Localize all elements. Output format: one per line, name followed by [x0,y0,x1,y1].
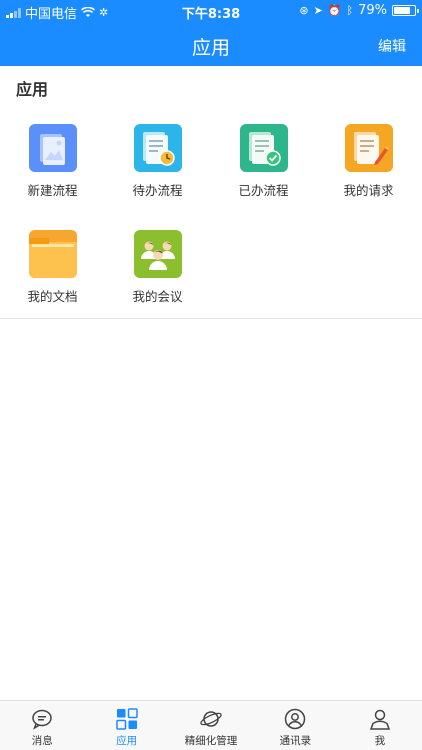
app-tile-pending-flow[interactable]: 待办流程 [105,116,210,216]
tab-apps[interactable]: 应用 [84,701,168,750]
app-label: 新建流程 [27,183,78,198]
app-tile-my-docs[interactable]: 我的文档 [0,222,105,322]
status-bar: 中国电信 ✲ 下午8:38 ⊛ ➤ ⏰ ᛒ 79% [0,0,422,22]
apps-icon [115,708,138,730]
app-tile-done-flow[interactable]: 已办流程 [211,116,316,216]
meeting-icon [133,230,182,278]
app-label: 我的会议 [132,289,183,304]
tab-label: 通讯录 [279,735,312,747]
tab-fine-management[interactable]: 精细化管理 [169,701,253,750]
battery-icon [392,5,419,16]
edit-button[interactable]: 编辑 [378,36,406,56]
image-doc-icon [28,124,77,172]
profile-icon [369,709,390,730]
tab-label: 我 [374,735,386,747]
tab-bar: 消息 应用 精细化管理 通讯录 我 [0,700,422,750]
section-divider [0,318,422,319]
app-tile-my-meeting[interactable]: 我的会议 [105,222,210,322]
tab-contacts[interactable]: 通讯录 [253,701,337,750]
status-right: ⊛ ➤ ⏰ ᛒ 79% [299,3,419,18]
tab-label: 应用 [116,735,138,747]
folder-icon [28,230,77,278]
app-label: 已办流程 [238,183,289,198]
page-title: 应用 [191,37,230,59]
pending-doc-icon [133,124,182,172]
chat-icon [32,709,52,730]
section-title: 应用 [16,80,49,99]
alarm-icon: ⏰ [327,4,342,17]
bluetooth-icon: ᛒ [346,4,354,17]
request-doc-icon [344,124,393,172]
tab-messages[interactable]: 消息 [0,701,84,750]
location-icon: ➤ [313,4,323,17]
nav-bar: 应用 编辑 [0,22,422,66]
tab-label: 精细化管理 [184,735,238,747]
app-label: 我的文档 [27,289,78,304]
battery-percent: 79% [358,3,387,18]
app-tile-my-request[interactable]: 我的请求 [316,116,421,216]
rotation-lock-icon: ⊛ [299,4,309,17]
app-tile-new-flow[interactable]: 新建流程 [0,116,105,216]
done-doc-icon [239,124,288,172]
tab-me[interactable]: 我 [338,701,422,750]
planet-icon [200,711,222,727]
app-label: 我的请求 [343,183,394,198]
app-label: 待办流程 [132,183,183,198]
contact-icon [285,708,306,730]
tab-label: 消息 [31,735,53,747]
